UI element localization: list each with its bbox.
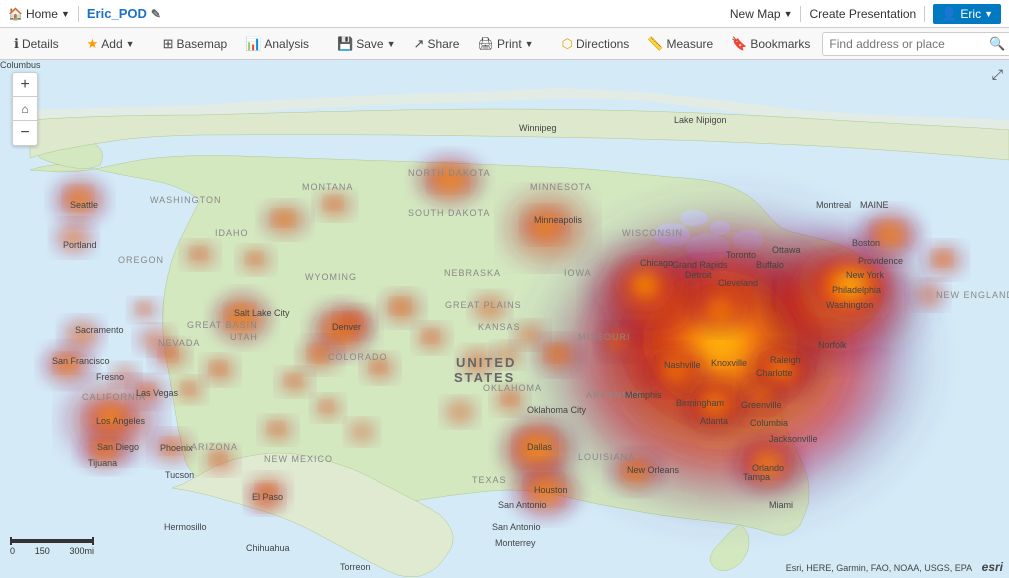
- measure-icon: 📏: [647, 36, 663, 52]
- directions-button[interactable]: ⬡ Directions: [554, 33, 638, 55]
- new-map-button[interactable]: New Map ▼: [730, 7, 793, 21]
- details-label: Details: [22, 37, 59, 51]
- divider: [78, 6, 79, 22]
- toolbar: ℹ Details ★ Add ▼ ⊞ Basemap 📊 Analysis 💾…: [0, 28, 1009, 60]
- search-icon[interactable]: 🔍: [989, 36, 1005, 52]
- bookmarks-icon: 🔖: [731, 36, 747, 52]
- edit-icon[interactable]: ✎: [151, 7, 161, 21]
- zoom-out-button[interactable]: −: [13, 121, 37, 145]
- new-map-label: New Map: [730, 7, 781, 21]
- scale-label: 0: [10, 546, 15, 556]
- basemap-button[interactable]: ⊞ Basemap: [155, 33, 236, 55]
- user-chevron-icon: ▼: [984, 9, 993, 19]
- attribution-text: Esri, HERE, Garmin, FAO, NOAA, USGS, EPA: [786, 563, 972, 573]
- share-button[interactable]: ↗ Share: [406, 33, 468, 55]
- save-label: Save: [356, 37, 383, 51]
- search-box[interactable]: 🔍: [822, 32, 1009, 56]
- divider: [924, 6, 925, 22]
- expand-button[interactable]: ⤢: [992, 66, 1003, 83]
- home-label: Home: [26, 7, 58, 21]
- directions-label: Directions: [576, 37, 629, 51]
- print-button[interactable]: 🖨 Print ▼: [469, 33, 541, 55]
- search-input[interactable]: [829, 37, 989, 51]
- basemap-icon: ⊞: [163, 36, 174, 52]
- user-button[interactable]: 👤 Eric ▼: [933, 4, 1001, 24]
- save-icon: 💾: [337, 36, 353, 52]
- bookmarks-label: Bookmarks: [750, 37, 810, 51]
- zoom-in-button[interactable]: +: [13, 73, 37, 97]
- home-chevron-icon: ▼: [61, 9, 70, 19]
- map-svg: [0, 60, 1009, 578]
- home-zoom-button[interactable]: ⌂: [13, 97, 37, 121]
- zoom-controls: + ⌂ −: [12, 72, 38, 146]
- details-icon: ℹ: [14, 36, 19, 52]
- print-icon: 🖨: [477, 36, 494, 52]
- top-bar: 🏠 Home ▼ Eric_POD ✎ New Map ▼ Create Pre…: [0, 0, 1009, 28]
- scale-mid: 150: [35, 546, 50, 556]
- esri-logo: esri: [982, 560, 1003, 574]
- share-label: Share: [427, 37, 459, 51]
- bookmarks-button[interactable]: 🔖 Bookmarks: [723, 33, 818, 55]
- print-chevron-icon: ▼: [525, 39, 534, 49]
- user-label: Eric: [960, 7, 981, 21]
- basemap-label: Basemap: [176, 37, 227, 51]
- measure-label: Measure: [667, 37, 714, 51]
- scale-bar: 0 150 300mi: [10, 537, 94, 556]
- directions-icon: ⬡: [562, 36, 573, 52]
- add-button[interactable]: ★ Add ▼: [79, 33, 143, 55]
- measure-button[interactable]: 📏 Measure: [639, 33, 721, 55]
- divider: [800, 6, 801, 22]
- map-title: Eric_POD ✎: [87, 6, 161, 21]
- save-chevron-icon: ▼: [387, 39, 396, 49]
- add-chevron-icon: ▼: [126, 39, 135, 49]
- analysis-button[interactable]: 📊 Analysis: [237, 33, 317, 55]
- share-icon: ↗: [414, 36, 425, 52]
- save-button[interactable]: 💾 Save ▼: [329, 33, 403, 55]
- user-icon: 👤: [941, 6, 957, 22]
- analysis-icon: 📊: [245, 36, 261, 52]
- new-map-chevron-icon: ▼: [784, 9, 793, 19]
- map-attribution: Esri, HERE, Garmin, FAO, NOAA, USGS, EPA…: [786, 560, 1003, 574]
- details-button[interactable]: ℹ Details: [6, 33, 67, 55]
- print-label: Print: [497, 37, 522, 51]
- add-label: Add: [101, 37, 122, 51]
- home-icon: 🏠: [8, 7, 23, 21]
- add-icon: ★: [87, 36, 99, 52]
- home-button[interactable]: 🏠 Home ▼: [8, 7, 70, 21]
- map-title-text: Eric_POD: [87, 6, 147, 21]
- scale-max: 300mi: [69, 546, 94, 556]
- create-presentation-button[interactable]: Create Presentation: [809, 7, 916, 21]
- analysis-label: Analysis: [264, 37, 309, 51]
- map-container[interactable]: WASHINGTON OREGON CALIFORNIA IDAHO MONTA…: [0, 60, 1009, 578]
